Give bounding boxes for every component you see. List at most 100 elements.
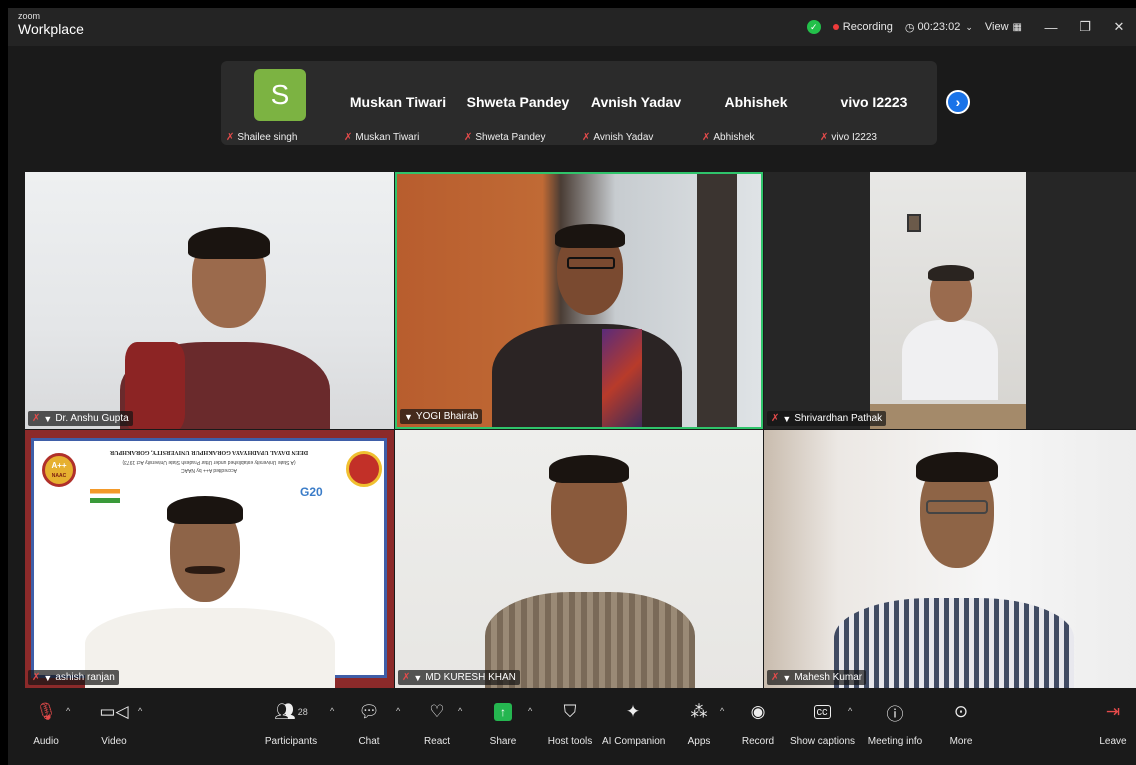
naac-text: NAAC (51, 473, 67, 479)
participant-filmstrip: S ✗ Shailee singh Muskan Tiwari ✗ Muskan T… (221, 61, 937, 145)
slide-title: DEEN DAYAL UPADHYAYA GORAKHPUR UNIVERSIT… (109, 449, 309, 455)
participant-name-label: ▼ YOGI Bhairab (400, 409, 483, 424)
slide-accreditation: Accredited A++ by NAAC (181, 467, 237, 473)
more-icon: ⊙ (953, 702, 969, 721)
restore-button[interactable]: ❐ (1068, 19, 1102, 35)
participant-name: YOGI Bhairab (415, 411, 479, 422)
video-button[interactable]: ▭◁ Video (96, 700, 132, 747)
chat-icon: 💬︎ (358, 702, 380, 721)
minimize-button[interactable]: — (1034, 20, 1068, 35)
clock-icon: ◷ (904, 21, 915, 34)
app-brand: zoom Workplace (18, 12, 84, 37)
video-label: Video (101, 736, 127, 747)
captions-options-caret[interactable]: ^ (848, 706, 852, 716)
filmstrip-tile[interactable]: Muskan Tiwari ✗ Muskan Tiwari (339, 61, 457, 145)
recording-dot-icon (832, 24, 839, 30)
mic-muted-icon: ✗ (702, 132, 711, 143)
participant-name: Dr. Anshu Gupta (55, 413, 129, 424)
chevron-down-icon: ⌄ (965, 21, 973, 32)
apps-options-caret[interactable]: ^ (720, 706, 724, 716)
video-tile-active-speaker[interactable]: ▼ YOGI Bhairab (395, 172, 763, 429)
audio-button[interactable]: 🎙︎ Audio (28, 700, 64, 747)
grid-view-icon: ▦ (1012, 21, 1022, 33)
naac-grade: A++ (51, 461, 67, 470)
host-tools-button[interactable]: ⛉ Host tools (546, 700, 594, 747)
g20-logo: G20 (300, 485, 323, 499)
audio-label: Audio (33, 736, 59, 747)
more-button[interactable]: ⊙ More (946, 700, 976, 747)
zoom-window: zoom Workplace ✓ Recording ◷ 00:23:02 ⌄ … (8, 8, 1136, 765)
share-button[interactable]: ↑ Share (486, 700, 520, 747)
video-tile[interactable]: ✗ ▼ MD KURESH KHAN (395, 430, 763, 688)
record-button[interactable]: ◉ Record (740, 700, 776, 747)
chat-options-caret[interactable]: ^ (396, 706, 400, 716)
filmstrip-tile[interactable]: vivo I2223 ✗ vivo I2223 (815, 61, 933, 145)
video-tile[interactable]: ✗ ▼ Dr. Anshu Gupta (25, 172, 394, 429)
participant-name-label: ✗ ▼ MD KURESH KHAN (398, 670, 520, 685)
video-tile[interactable]: DEEN DAYAL UPADHYAYA GORAKHPUR UNIVERSIT… (25, 430, 394, 688)
participant-name: ashish ranjan (55, 672, 115, 683)
ai-companion-button[interactable]: ✦ AI Companion (602, 700, 666, 747)
university-seal-logo (346, 451, 382, 487)
mic-muted-icon: ✗ (402, 672, 411, 683)
heart-icon: ♡ (429, 702, 445, 721)
share-screen-icon: ↑ (494, 703, 512, 721)
meeting-timer[interactable]: ◷ 00:23:02 ⌄ (905, 21, 973, 34)
mic-muted-icon: ✗ (771, 413, 780, 424)
filmstrip-label: Muskan Tiwari (355, 132, 420, 143)
react-button[interactable]: ♡ React (420, 700, 454, 747)
filmstrip-name: Avnish Yadav (590, 94, 682, 110)
closed-captions-icon: cc (813, 705, 831, 719)
leave-button[interactable]: ⇥ Leave (1098, 700, 1128, 747)
mic-muted-icon: ✗ (771, 672, 780, 683)
recording-indicator[interactable]: Recording (832, 21, 893, 33)
participants-button[interactable]: 👥︎ 28 Participants (260, 700, 322, 747)
react-options-caret[interactable]: ^ (458, 706, 462, 716)
record-icon: ◉ (750, 702, 766, 721)
record-label: Record (741, 736, 775, 747)
participant-name-label: ✗ ▼ ashish ranjan (28, 670, 119, 685)
leave-icon: ⇥ (1105, 702, 1121, 721)
shield-icon: ⛉ (563, 702, 577, 721)
participant-name: MD KURESH KHAN (425, 672, 516, 683)
participants-options-caret[interactable]: ^ (330, 706, 334, 716)
host-tools-label: Host tools (547, 736, 593, 747)
mic-muted-icon: ✗ (820, 132, 829, 143)
close-button[interactable]: ✕ (1102, 19, 1136, 35)
camera-icon: ▭◁ (99, 702, 129, 721)
next-page-button[interactable]: › (946, 90, 970, 114)
pin-icon: ▼ (43, 672, 53, 683)
filmstrip-tile[interactable]: Avnish Yadav ✗ Avnish Yadav (577, 61, 695, 145)
filmstrip-name: Shweta Pandey (466, 94, 570, 110)
filmstrip-name: Muskan Tiwari (349, 94, 447, 110)
filmstrip-name: Abhishek (724, 94, 788, 110)
participants-icon: 👥︎ (274, 702, 296, 721)
audio-options-caret[interactable]: ^ (66, 706, 70, 716)
video-options-caret[interactable]: ^ (138, 706, 142, 716)
recording-label: Recording (842, 21, 893, 33)
ai-companion-label: AI Companion (602, 736, 666, 747)
filmstrip-tile[interactable]: S ✗ Shailee singh (221, 61, 339, 145)
meeting-info-button[interactable]: ⓘ Meeting info (866, 700, 924, 748)
filmstrip-tile[interactable]: Shweta Pandey ✗ Shweta Pandey (459, 61, 577, 145)
show-captions-button[interactable]: cc Show captions (790, 700, 855, 747)
title-bar: zoom Workplace ✓ Recording ◷ 00:23:02 ⌄ … (8, 8, 1136, 46)
meeting-info-label: Meeting info (867, 736, 923, 747)
filmstrip-label: Abhishek (713, 132, 755, 143)
leave-label: Leave (1099, 736, 1127, 747)
filmstrip-label: Shweta Pandey (475, 132, 546, 143)
encryption-shield-icon[interactable]: ✓ (806, 20, 821, 34)
participant-name: Shrivardhan Pathak (794, 413, 883, 424)
chat-button[interactable]: 💬︎ Chat (354, 700, 384, 747)
video-tile[interactable]: ✗ ▼ Shrivardhan Pathak (764, 172, 1136, 429)
apps-button[interactable]: ⁂ Apps (684, 700, 714, 747)
filmstrip-tile[interactable]: Abhishek ✗ Abhishek (697, 61, 815, 145)
participant-name-label: ✗ ▼ Shrivardhan Pathak (767, 411, 887, 426)
filmstrip-name: vivo I2223 (840, 94, 908, 110)
info-icon: ⓘ (886, 704, 904, 724)
view-button[interactable]: View ▦ (985, 21, 1022, 33)
react-label: React (423, 736, 451, 747)
video-tile[interactable]: ✗ ▼ Mahesh Kumar (764, 430, 1136, 688)
filmstrip-label: vivo I2223 (831, 132, 877, 143)
share-options-caret[interactable]: ^ (528, 706, 532, 716)
